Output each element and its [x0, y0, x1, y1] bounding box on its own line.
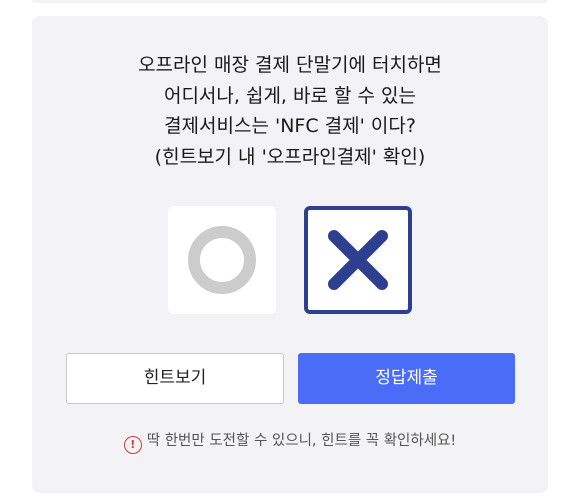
circle-o-icon	[188, 226, 256, 294]
exclamation-circle-icon: !	[123, 436, 142, 454]
question-line-4: (힌트보기 내 '오프라인결제' 확인)	[154, 145, 426, 168]
notice-message: ! 딱 한번만 도전할 수 있으니, 힌트를 꼭 확인하세요!	[32, 429, 548, 454]
question-line-3: 결제서비스는 'NFC 결제' 이다?	[164, 115, 416, 137]
quiz-question: 오프라인 매장 결제 단말기에 터치하면 어디서나, 쉽게, 바로 할 수 있는…	[32, 50, 548, 172]
submit-answer-button[interactable]: 정답제출	[298, 353, 515, 404]
notice-text: 딱 한번만 도전할 수 있으니, 힌트를 꼭 확인하세요!	[146, 433, 457, 449]
quiz-card: 오프라인 매장 결제 단말기에 터치하면 어디서나, 쉽게, 바로 할 수 있는…	[32, 16, 548, 493]
question-line-1: 오프라인 매장 결제 단말기에 터치하면	[138, 54, 442, 76]
x-mark-icon	[328, 230, 388, 290]
question-line-2: 어디서나, 쉽게, 바로 할 수 있는	[163, 84, 417, 107]
hint-button[interactable]: 힌트보기	[66, 353, 284, 404]
previous-card-edge	[32, 0, 548, 3]
answer-x-option[interactable]	[304, 206, 412, 314]
answer-o-option[interactable]	[168, 206, 276, 314]
